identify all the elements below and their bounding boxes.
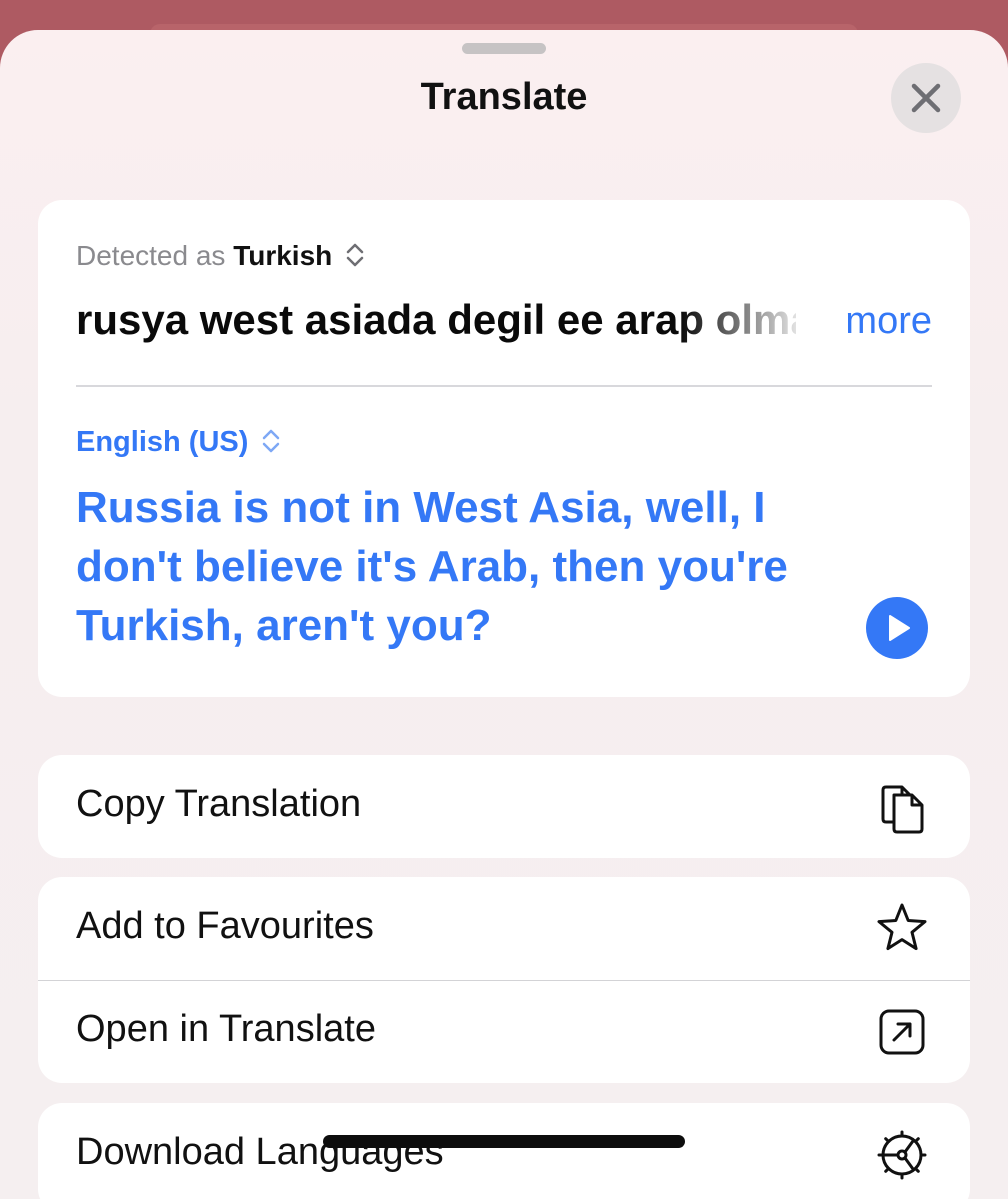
detected-language: Turkish — [233, 240, 333, 271]
star-icon — [877, 903, 927, 951]
target-language: English (US) — [76, 426, 249, 458]
action-label: Open in Translate — [76, 1008, 376, 1050]
open-in-translate-button[interactable]: Open in Translate — [38, 980, 970, 1083]
close-button[interactable] — [891, 63, 961, 133]
more-link[interactable]: more — [845, 300, 932, 343]
target-language-selector[interactable]: English (US) — [76, 426, 280, 459]
source-text: rusya west asiada degil ee arap olmadigi… — [76, 296, 796, 343]
download-languages-button[interactable]: Download Languages — [38, 1103, 970, 1199]
chevron-up-down-icon — [263, 429, 280, 453]
favourites-open-group: Add to Favourites Open in Translate — [38, 877, 970, 1083]
play-icon — [889, 615, 910, 641]
play-button[interactable] — [866, 597, 928, 659]
add-to-favourites-button[interactable]: Add to Favourites — [38, 877, 970, 981]
sheet-grabber[interactable] — [462, 43, 546, 54]
download-languages-group: Download Languages — [38, 1103, 970, 1199]
translation-card: Detected as Turkish rusya west asiada de… — [38, 200, 970, 697]
download-languages-icon — [877, 1130, 927, 1180]
open-external-icon — [879, 1009, 925, 1055]
home-indicator[interactable] — [323, 1135, 685, 1148]
sheet-title: Translate — [420, 76, 588, 118]
translated-text: Russia is not in West Asia, well, I don'… — [76, 483, 788, 650]
translate-sheet: Translate Detected as Turkish rusya west… — [0, 30, 1008, 1199]
copy-icon — [881, 785, 924, 834]
card-divider — [76, 385, 932, 387]
copy-translation-button[interactable]: Copy Translation — [38, 755, 970, 858]
action-label: Copy Translation — [76, 783, 362, 825]
detected-language-selector[interactable]: Detected as Turkish — [76, 240, 364, 272]
chevron-up-down-icon — [346, 243, 364, 267]
copy-translation-group: Copy Translation — [38, 755, 970, 858]
close-icon — [911, 83, 941, 113]
action-label: Add to Favourites — [76, 905, 374, 947]
detected-prefix: Detected as — [76, 240, 226, 271]
